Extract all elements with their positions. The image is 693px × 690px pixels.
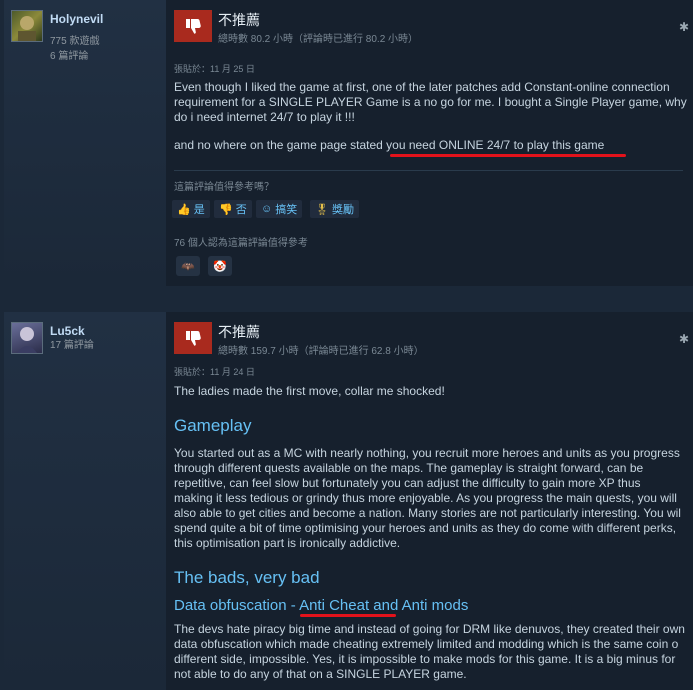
review-line: You started out as a MC with nearly noth… xyxy=(174,446,680,460)
vote-no-button[interactable]: 👎 否 xyxy=(214,200,252,218)
review-line: requirement for a SINGLE PLAYER Game is … xyxy=(174,95,687,109)
avatar[interactable] xyxy=(11,322,43,354)
review-line: Even though I liked the game at first, o… xyxy=(174,80,670,94)
award-button[interactable]: 🎖 獎勵 xyxy=(310,200,359,218)
divider xyxy=(174,170,683,171)
review-content: 不推薦 總時數 159.7 小時（評論時已進行 62.8 小時） ✱ 張貼於：1… xyxy=(166,312,693,690)
reviewer-name[interactable]: Holynevil xyxy=(50,12,103,26)
review-line: repetitive, can feel slow but fortunatel… xyxy=(174,476,641,490)
post-date: 張貼於：11 月 24 日 xyxy=(174,367,255,377)
section-subheading: Data obfuscation - Anti Cheat and Anti m… xyxy=(174,597,469,614)
review-line: different side, impossible. Yes, it is i… xyxy=(174,652,676,666)
thumbs-down-icon xyxy=(174,322,212,354)
review-line: this optimisation part is ironically add… xyxy=(174,536,401,550)
review-line: do i need internet 24/7 to play it !!! xyxy=(174,110,355,124)
review-options-icon[interactable]: ✱ xyxy=(679,333,689,345)
thumbs-down-icon: 👎 xyxy=(219,203,233,216)
section-heading: Gameplay xyxy=(174,416,252,435)
playtime: 總時數 80.2 小時（評論時已進行 80.2 小時） xyxy=(218,34,419,45)
reviews-count[interactable]: 17 篇評論 xyxy=(50,336,94,351)
vote-yes-button[interactable]: 👍 是 xyxy=(172,200,210,218)
review-content: 不推薦 總時數 80.2 小時（評論時已進行 80.2 小時） ✱ 張貼於：11… xyxy=(166,0,693,286)
review-body: You started out as a MC with nearly noth… xyxy=(174,446,687,551)
section-heading: The bads, very bad xyxy=(174,568,320,587)
reviewer-panel: Holynevil 775 款遊戲 6 篇評論 xyxy=(4,0,166,286)
bat-award-icon[interactable]: 🦇 xyxy=(176,256,200,276)
review-line: making it less tedious or grindy thus mo… xyxy=(174,491,677,505)
review-body: The devs hate piracy big time and instea… xyxy=(174,622,687,682)
review-line: spend quite a bit of time optimising you… xyxy=(174,521,677,535)
award-ribbon-icon: 🎖 xyxy=(315,203,329,216)
reviews-count[interactable]: 6 篇評論 xyxy=(50,47,88,62)
playtime: 總時數 159.7 小時（評論時已進行 62.8 小時） xyxy=(218,346,424,357)
reviewer-panel: Lu5ck 17 篇評論 xyxy=(4,312,166,690)
helpful-question: 這篇評論值得參考嗎？ xyxy=(174,182,274,193)
vote-funny-label: 搞笑 xyxy=(275,204,298,216)
review-line: and no where on the game page stated you… xyxy=(174,138,605,152)
verdict-label: 不推薦 xyxy=(218,12,260,28)
review-line: through different quests available on th… xyxy=(174,461,644,475)
review-line: The devs hate piracy big time and instea… xyxy=(174,622,685,636)
review-body: Even though I liked the game at first, o… xyxy=(174,80,687,153)
thumbs-down-icon xyxy=(174,10,212,42)
verdict-label: 不推薦 xyxy=(218,324,260,340)
award-label: 獎勵 xyxy=(331,204,354,216)
review-line: not able to do any of that on a SINGLE P… xyxy=(174,667,467,681)
review-card: Holynevil 775 款遊戲 6 篇評論 不推薦 總時數 80.2 小時（… xyxy=(4,0,693,286)
annotation-underline xyxy=(300,614,396,617)
review-line: also able to get cities and become a nat… xyxy=(174,506,681,520)
found-helpful-count: 76 個人認為這篇評論值得參考 xyxy=(174,238,308,249)
thumbs-up-icon: 👍 xyxy=(177,203,191,216)
annotation-underline xyxy=(390,154,626,157)
review-intro: The ladies made the first move, collar m… xyxy=(174,384,445,398)
vote-yes-label: 是 xyxy=(193,204,205,216)
post-date: 張貼於：11 月 25 日 xyxy=(174,64,255,74)
review-line: data obfuscation which made cheating ext… xyxy=(174,637,679,651)
avatar[interactable] xyxy=(11,10,43,42)
clown-award-icon[interactable]: 🤡 xyxy=(208,256,232,276)
review-card: Lu5ck 17 篇評論 不推薦 總時數 159.7 小時（評論時已進行 62.… xyxy=(4,312,693,690)
vote-funny-button[interactable]: ☺ 搞笑 xyxy=(256,200,303,218)
vote-no-label: 否 xyxy=(235,204,247,216)
review-options-icon[interactable]: ✱ xyxy=(679,21,689,33)
smiley-icon: ☺ xyxy=(261,203,273,215)
games-owned[interactable]: 775 款遊戲 xyxy=(50,32,99,47)
